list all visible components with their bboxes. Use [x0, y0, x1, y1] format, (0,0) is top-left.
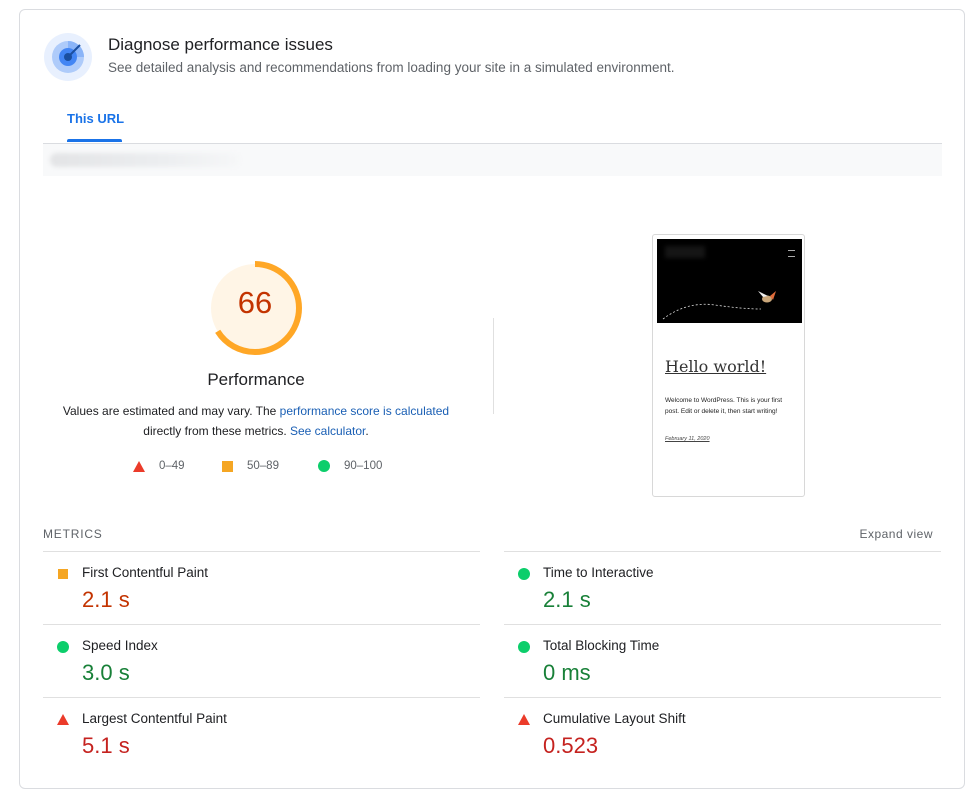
- tab-this-url[interactable]: This URL: [67, 111, 124, 126]
- metric-cumulative-layout-shift: Cumulative Layout Shift 0.523: [504, 697, 941, 770]
- metric-first-contentful-paint: First Contentful Paint 2.1 s: [43, 551, 480, 624]
- desc-text: Values are estimated and may vary. The: [62, 404, 280, 418]
- square-icon: [222, 460, 233, 472]
- metric-name: Cumulative Layout Shift: [543, 711, 686, 726]
- circle-icon: [57, 641, 69, 653]
- triangle-icon: [518, 714, 530, 725]
- metric-name: Time to Interactive: [543, 565, 654, 580]
- metric-time-to-interactive: Time to Interactive 2.1 s: [504, 551, 941, 624]
- metric-name: Speed Index: [82, 638, 158, 653]
- redacted-url: [50, 153, 240, 167]
- metric-value: 3.0 s: [82, 660, 130, 685]
- triangle-icon: [133, 460, 145, 472]
- metrics-heading: METRICS: [43, 527, 103, 541]
- section-title: Diagnose performance issues: [108, 35, 333, 54]
- hero-image: [657, 239, 802, 323]
- performance-label: Performance: [207, 370, 305, 389]
- square-icon: [58, 569, 68, 579]
- metric-speed-index: Speed Index 3.0 s: [43, 624, 480, 697]
- metric-largest-contentful-paint: Largest Contentful Paint 5.1 s: [43, 697, 480, 770]
- legend-label: 90–100: [344, 460, 383, 472]
- legend-label: 50–89: [247, 460, 279, 472]
- see-calculator-link[interactable]: See calculator: [290, 424, 365, 438]
- legend-good: 90–100: [318, 460, 382, 472]
- expand-view-button[interactable]: Expand view: [859, 527, 933, 541]
- bird-illustration: [662, 291, 776, 320]
- performance-score: 66: [237, 285, 273, 320]
- desc-period: .: [365, 424, 369, 438]
- metric-name: Largest Contentful Paint: [82, 711, 227, 726]
- active-tab-indicator: [67, 139, 122, 142]
- performance-description: Values are estimated and may vary. The p…: [60, 401, 452, 441]
- metric-name: Total Blocking Time: [543, 638, 660, 653]
- triangle-icon: [57, 714, 69, 725]
- circle-icon: [318, 460, 330, 472]
- desc-text-2: directly from these metrics.: [143, 424, 290, 438]
- section-subtitle: See detailed analysis and recommendation…: [108, 60, 675, 75]
- score-calculated-link[interactable]: performance score is calculated: [280, 404, 449, 418]
- gauge-compass-icon: [44, 33, 92, 81]
- metric-value: 0.523: [543, 733, 599, 758]
- preview-post-body: Welcome to WordPress. This is your first…: [665, 397, 783, 415]
- metric-value: 2.1 s: [82, 587, 130, 612]
- metric-value: 0 ms: [543, 660, 591, 685]
- metric-name: First Contentful Paint: [82, 565, 209, 580]
- circle-icon: [518, 641, 530, 653]
- metric-value: 5.1 s: [82, 733, 130, 758]
- page-screenshot-preview: Hello world! Welcome to WordPress. This …: [652, 234, 805, 497]
- legend-poor: 0–49: [133, 460, 185, 472]
- preview-post-date: February 11, 2020: [665, 436, 710, 442]
- preview-post-title: Hello world!: [665, 357, 767, 376]
- legend-label: 0–49: [159, 460, 185, 472]
- legend-average: 50–89: [222, 460, 279, 472]
- metric-total-blocking-time: Total Blocking Time 0 ms: [504, 624, 941, 697]
- vertical-divider: [493, 318, 494, 414]
- metric-value: 2.1 s: [543, 587, 591, 612]
- circle-icon: [518, 568, 530, 580]
